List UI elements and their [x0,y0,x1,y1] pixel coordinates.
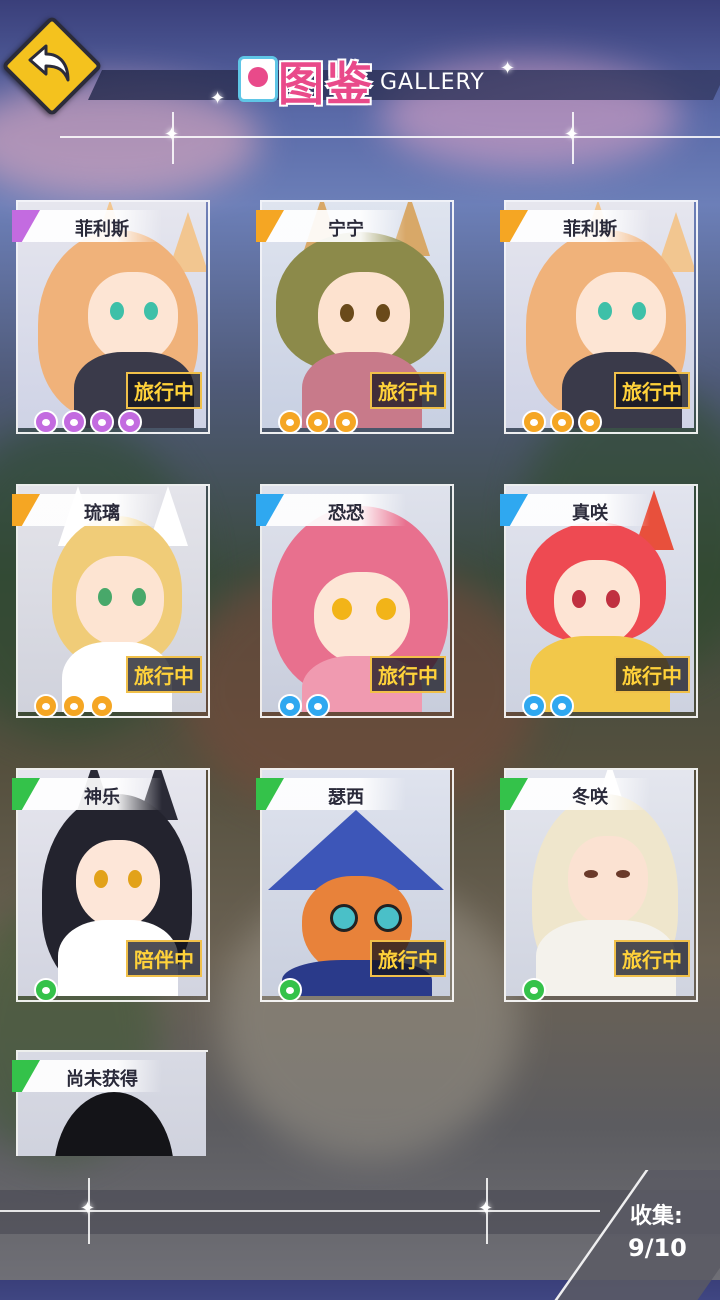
collection-label: 收集: [630,1204,683,1229]
character-name: 菲利斯 [563,219,617,240]
page-title-zh: 图鉴 [278,57,374,111]
character-card[interactable]: 冬咲 旅行中 [500,768,698,1002]
paw-rating [522,410,606,436]
sparkle-icon: ✦ [210,88,226,109]
paw-icon [522,410,546,434]
character-card[interactable]: 恐恐 旅行中 [256,484,454,718]
status-badge: 旅行中 [126,372,202,409]
paw-icon [550,410,574,434]
paw-icon [522,978,546,1002]
status-badge: 旅行中 [370,940,446,977]
paw-icon [278,694,302,718]
status-badge: 旅行中 [614,656,690,693]
paw-icon [34,694,58,718]
status-badge: 旅行中 [370,656,446,693]
character-name: 恐恐 [328,503,364,524]
rarity-stripe [500,778,528,810]
locked-character-card[interactable]: 尚未获得 [12,1050,208,1156]
name-tag: 琉璃 [12,494,162,526]
paw-icon [118,410,142,434]
character-card[interactable]: 宁宁 旅行中 [256,200,454,434]
character-card[interactable]: 真咲 旅行中 [500,484,698,718]
sparkle-icon: ✦ [500,58,516,79]
status-badge: 旅行中 [126,656,202,693]
name-tag: 菲利斯 [500,210,650,242]
name-tag: 恐恐 [256,494,406,526]
name-tag: 瑟西 [256,778,406,810]
back-arrow-icon [28,44,70,82]
character-card[interactable]: 菲利斯 旅行中 [12,200,210,434]
paw-icon [62,694,86,718]
sparkle-icon: ✦ [164,124,180,145]
paw-icon [278,978,302,1002]
character-card[interactable]: 琉璃 旅行中 [12,484,210,718]
sparkle-icon: ✦ [478,1198,494,1219]
status-badge: 旅行中 [370,372,446,409]
character-name: 菲利斯 [75,219,129,240]
status-badge: 旅行中 [614,940,690,977]
paw-icon [90,694,114,718]
rarity-stripe [500,494,528,526]
paw-icon [550,694,574,718]
rarity-stripe [256,210,284,242]
paw-icon [522,694,546,718]
character-name: 冬咲 [572,787,608,808]
collection-count: 9/10 [628,1234,687,1262]
paw-icon [90,410,114,434]
sparkle-icon: ✦ [80,1198,96,1219]
name-tag: 宁宁 [256,210,406,242]
sparkle-icon: ✦ [564,124,580,145]
name-tag: 尚未获得 [12,1060,162,1092]
paw-icon [62,410,86,434]
name-tag: 冬咲 [500,778,650,810]
character-name: 瑟西 [328,787,364,808]
rarity-stripe [256,494,284,526]
paw-rating [278,978,306,1004]
gallery-book-icon [238,56,278,102]
rarity-stripe [256,778,284,810]
paw-rating [34,694,118,720]
header: ✦ ✦ ✦ ✦ 图鉴 GALLERY [0,0,720,164]
character-card[interactable]: 菲利斯 旅行中 [500,200,698,434]
rarity-stripe [500,210,528,242]
character-name: 尚未获得 [66,1069,138,1090]
page-title-en: GALLERY [380,70,485,95]
character-card[interactable]: 瑟西 旅行中 [256,768,454,1002]
character-name: 真咲 [572,503,608,524]
paw-icon [278,410,302,434]
paw-icon [578,410,602,434]
paw-icon [334,410,358,434]
paw-icon [34,410,58,434]
paw-icon [34,978,58,1002]
paw-icon [306,694,330,718]
status-badge: 陪伴中 [126,940,202,977]
paw-rating [278,410,362,436]
name-tag: 菲利斯 [12,210,162,242]
rarity-stripe [12,494,40,526]
paw-icon [306,410,330,434]
name-tag: 神乐 [12,778,162,810]
paw-rating [278,694,334,720]
status-badge: 旅行中 [614,372,690,409]
rarity-stripe [12,778,40,810]
paw-rating [522,694,578,720]
rarity-stripe [12,1060,40,1092]
rarity-stripe [12,210,40,242]
character-name: 琉璃 [84,503,120,524]
character-card[interactable]: 神乐 陪伴中 [12,768,210,1002]
paw-rating [522,978,550,1004]
name-tag: 真咲 [500,494,650,526]
paw-rating [34,410,146,436]
header-divider [60,136,720,138]
character-name: 神乐 [84,787,120,808]
character-name: 宁宁 [328,219,364,240]
paw-rating [34,978,62,1004]
